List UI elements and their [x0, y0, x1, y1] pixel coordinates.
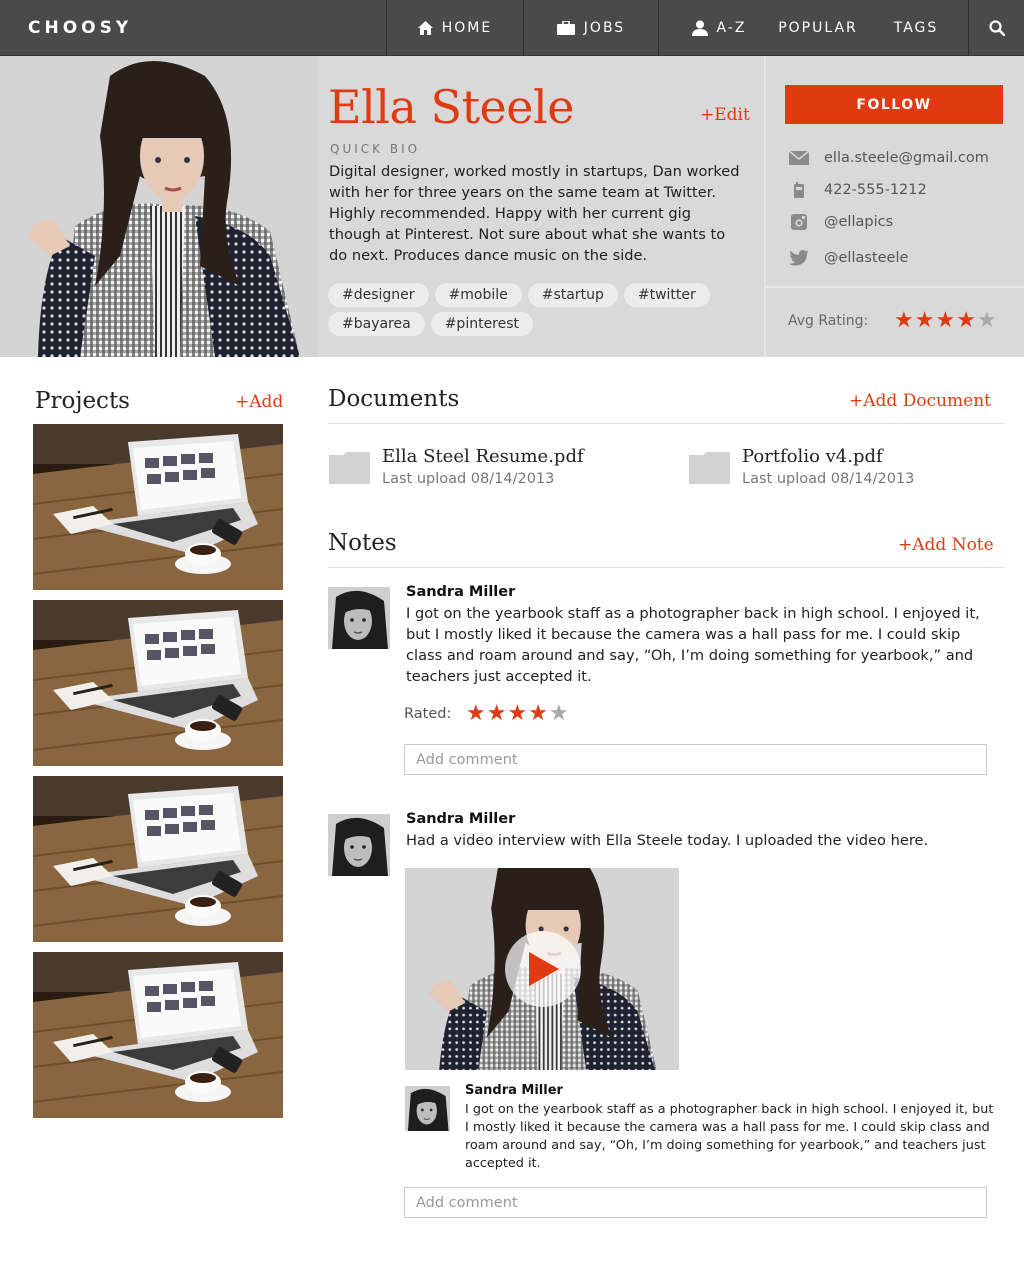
- document-name: Portfolio v4.pdf: [742, 446, 883, 467]
- play-icon: [529, 952, 559, 986]
- star-filled-icon: ★: [935, 308, 956, 333]
- document-item[interactable]: Ella Steel Resume.pdf Last upload 08/14/…: [329, 446, 584, 487]
- tag-chip[interactable]: #mobile: [434, 283, 522, 307]
- briefcase-icon: [556, 21, 575, 35]
- bio-label: QUICK BIO: [330, 142, 421, 156]
- notes-title: Notes: [328, 530, 397, 556]
- top-navbar: CHOOSY HOME JOBS A-Z POPULAR TAGS: [0, 0, 1024, 56]
- document-name: Ella Steel Resume.pdf: [382, 446, 584, 467]
- instagram-icon: [788, 214, 810, 230]
- play-button[interactable]: [505, 931, 581, 1007]
- project-thumbnail[interactable]: [33, 424, 283, 590]
- tag-list: #designer #mobile #startup #twitter #bay…: [328, 283, 748, 336]
- star-filled-icon: ★: [486, 701, 507, 726]
- note-rated-label: Rated:: [404, 706, 452, 722]
- folder-icon: [329, 452, 370, 484]
- profile-name: Ella Steele: [328, 80, 574, 134]
- add-project-link[interactable]: +Add: [235, 392, 283, 412]
- document-meta: Last upload 08/14/2013: [742, 471, 915, 487]
- contact-phone-text: 422-555-1212: [824, 182, 927, 198]
- contact-instagram[interactable]: @ellapics: [788, 214, 893, 230]
- nav-item-a-z[interactable]: A-Z: [682, 0, 756, 56]
- contact-email[interactable]: ella.steele@gmail.com: [788, 150, 989, 166]
- document-meta: Last upload 08/14/2013: [382, 471, 555, 487]
- nav-item-popular[interactable]: POPULAR: [770, 0, 866, 56]
- add-note-link[interactable]: +Add Note: [898, 535, 994, 555]
- phone-icon: [788, 182, 810, 198]
- project-thumbnail[interactable]: [33, 776, 283, 942]
- note-body: Had a video interview with Ella Steele t…: [406, 832, 929, 849]
- tag-chip[interactable]: #pinterest: [430, 312, 534, 336]
- avatar[interactable]: [328, 814, 390, 876]
- follow-button[interactable]: FOLLOW: [785, 85, 1003, 124]
- star-filled-icon: ★: [894, 308, 914, 333]
- nav-label-jobs: JOBS: [583, 20, 626, 36]
- star-filled-icon: ★: [507, 701, 528, 726]
- folder-icon: [689, 452, 730, 484]
- nav-item-jobs[interactable]: JOBS: [524, 0, 658, 56]
- documents-title: Documents: [328, 386, 460, 412]
- avg-rating-stars: ★ ★ ★ ★ ★: [894, 310, 997, 332]
- note-rating-stars[interactable]: ★ ★ ★ ★ ★: [466, 703, 569, 725]
- bio-text: Digital designer, worked mostly in start…: [329, 163, 740, 264]
- header-divider: [766, 286, 1024, 288]
- reply-body: I got on the yearbook staff as a photogr…: [465, 1102, 994, 1171]
- video-thumbnail[interactable]: [405, 868, 679, 1070]
- avg-rating-label: Avg Rating:: [788, 313, 869, 329]
- star-empty-icon: ★: [976, 308, 997, 333]
- avatar[interactable]: [328, 587, 390, 649]
- projects-title: Projects: [35, 388, 130, 414]
- twitter-icon: [788, 250, 810, 266]
- header-divider: [764, 56, 766, 357]
- reply-author[interactable]: Sandra Miller: [465, 1083, 563, 1098]
- nav-label-popular: POPULAR: [778, 20, 858, 36]
- nav-label-tags: TAGS: [893, 20, 939, 36]
- note-body: I got on the yearbook staff as a photogr…: [406, 605, 980, 685]
- nav-label-home: HOME: [441, 20, 493, 36]
- note-author[interactable]: Sandra Miller: [406, 584, 515, 600]
- project-thumbnail[interactable]: [33, 952, 283, 1118]
- tag-chip[interactable]: #designer: [328, 283, 429, 307]
- nav-item-tags[interactable]: TAGS: [884, 0, 948, 56]
- contact-twitter-text: @ellasteele: [824, 250, 909, 266]
- star-empty-icon: ★: [548, 701, 569, 726]
- home-icon: [417, 21, 433, 35]
- contact-email-text: ella.steele@gmail.com: [824, 150, 989, 166]
- contact-instagram-text: @ellapics: [824, 214, 894, 230]
- star-filled-icon: ★: [914, 308, 935, 333]
- section-divider: [328, 567, 1004, 568]
- contact-phone[interactable]: 422-555-1212: [788, 182, 927, 198]
- avatar[interactable]: [405, 1086, 450, 1131]
- project-thumbnail[interactable]: [33, 600, 283, 766]
- star-filled-icon: ★: [466, 701, 486, 726]
- mail-icon: [788, 151, 810, 165]
- nav-item-home[interactable]: HOME: [387, 0, 523, 56]
- brand-logo[interactable]: CHOOSY: [28, 18, 132, 38]
- star-filled-icon: ★: [956, 308, 976, 333]
- nav-divider: [658, 0, 659, 56]
- document-item[interactable]: Portfolio v4.pdf Last upload 08/14/2013: [689, 446, 914, 487]
- person-icon: [691, 20, 708, 36]
- tag-chip[interactable]: #bayarea: [328, 312, 425, 336]
- comment-input[interactable]: [404, 1187, 987, 1218]
- tag-chip[interactable]: #twitter: [623, 283, 710, 307]
- note-author[interactable]: Sandra Miller: [406, 811, 515, 827]
- star-filled-icon: ★: [528, 701, 548, 726]
- tag-chip[interactable]: #startup: [527, 283, 618, 307]
- add-document-link[interactable]: +Add Document: [849, 391, 991, 411]
- contact-twitter[interactable]: @ellasteele: [788, 250, 908, 266]
- edit-profile-link[interactable]: +Edit: [700, 105, 750, 125]
- nav-label-a-z: A-Z: [716, 20, 747, 36]
- search-icon: [988, 20, 1005, 36]
- profile-header: Ella Steele +Edit QUICK BIO Digital desi…: [0, 56, 1024, 357]
- profile-photo: [0, 56, 318, 357]
- search-button[interactable]: [969, 0, 1024, 56]
- section-divider: [328, 423, 1004, 424]
- comment-input[interactable]: [404, 744, 987, 775]
